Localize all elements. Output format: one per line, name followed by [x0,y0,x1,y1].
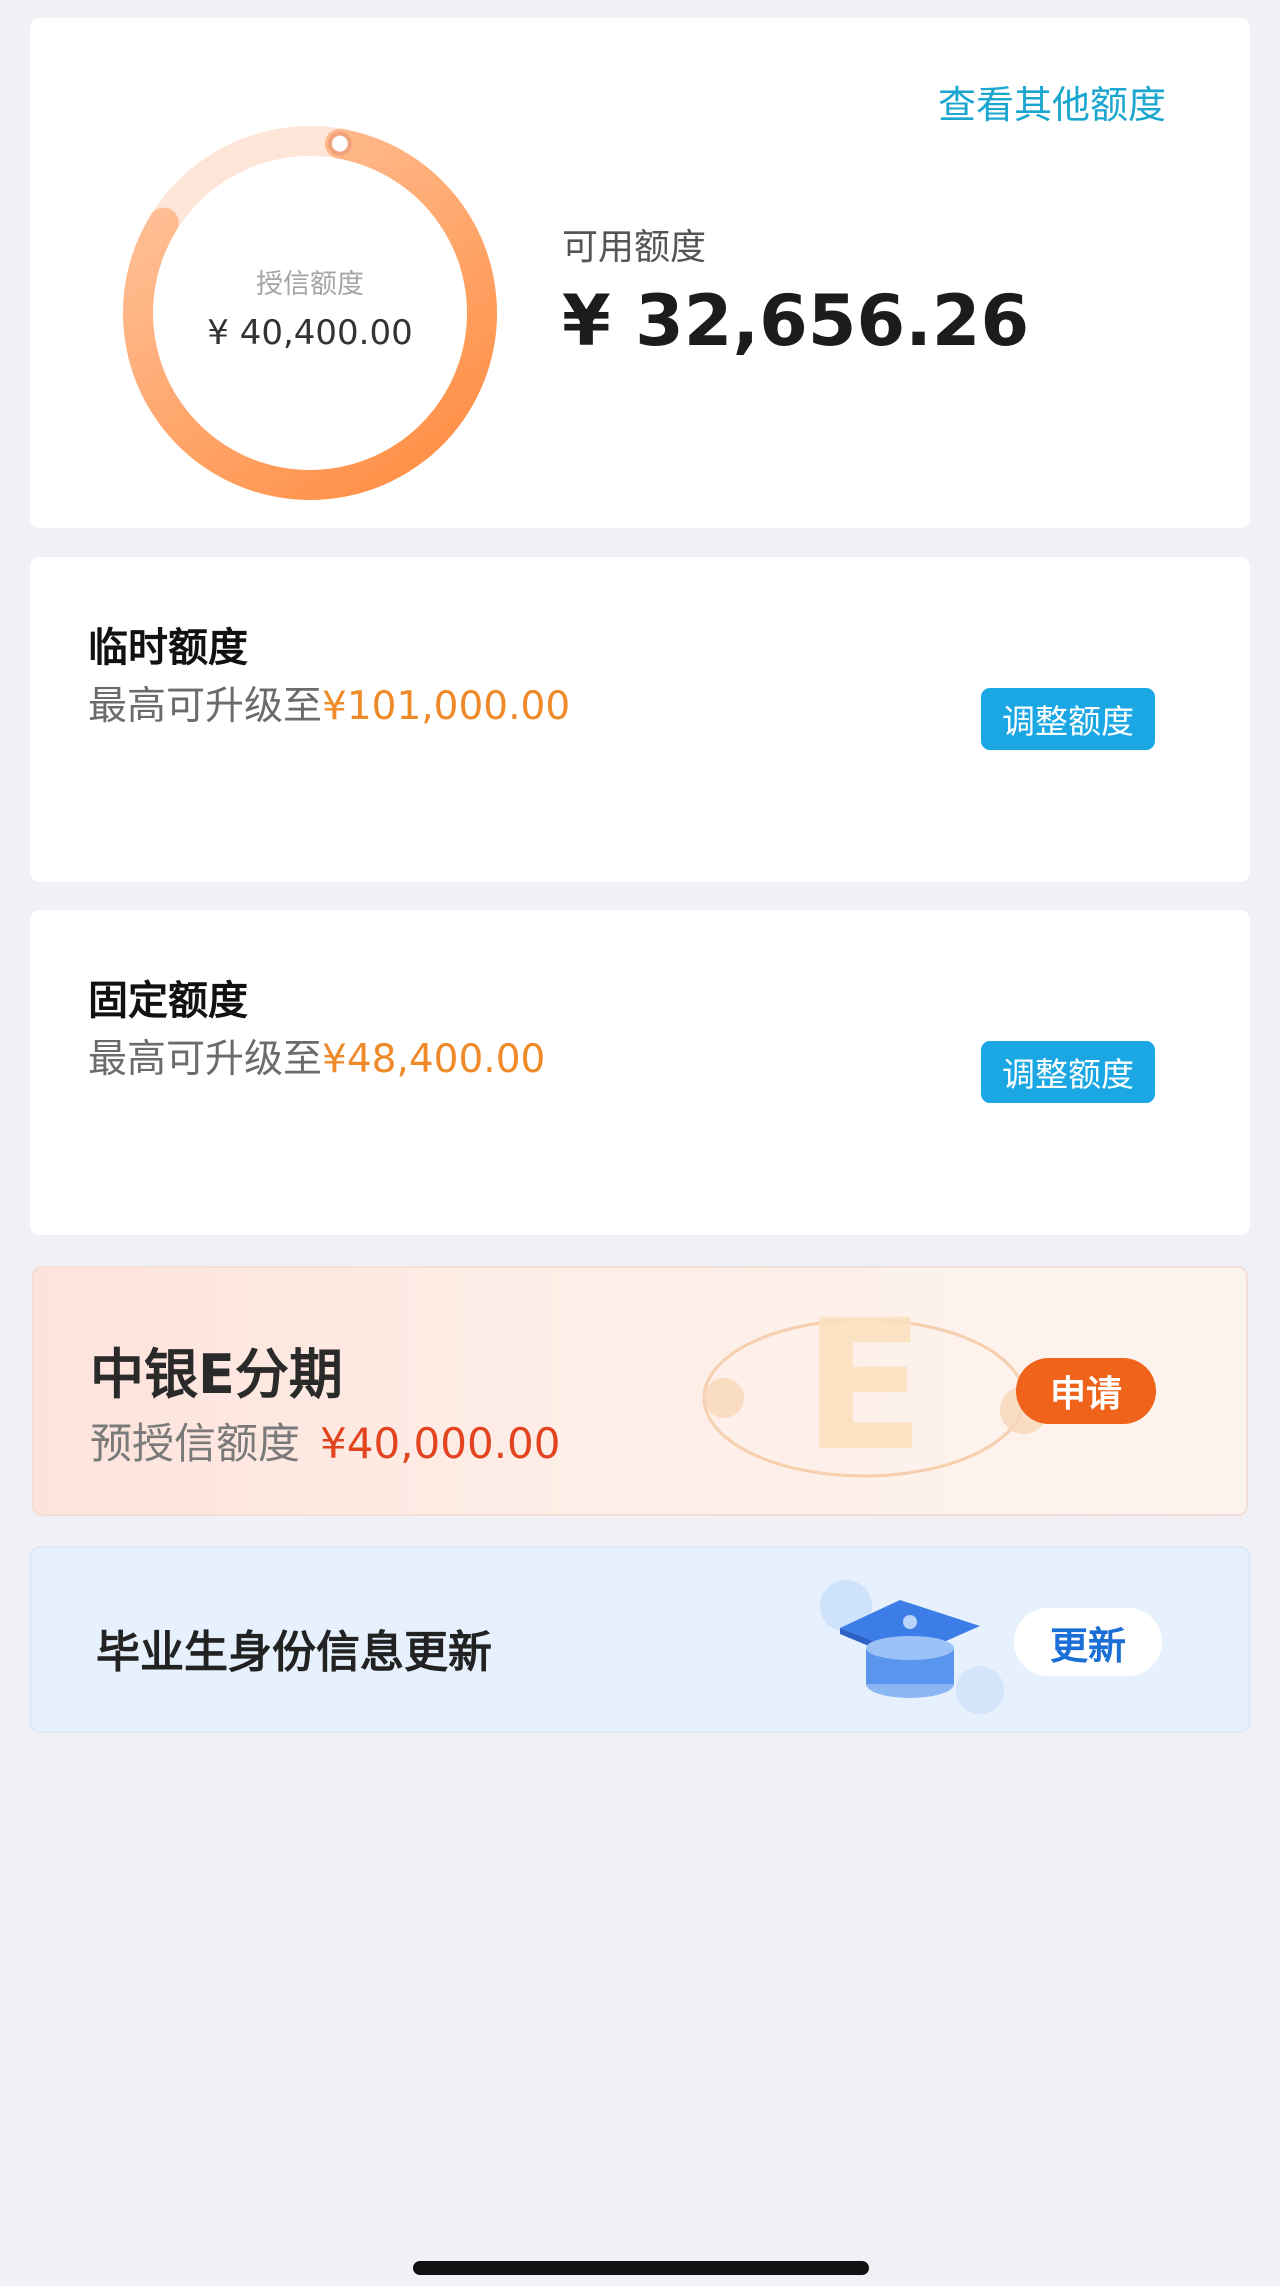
e-letter-decoration-icon: E [702,1288,1044,1491]
e-installment-card[interactable]: E 中银E分期 预授信额度 ¥40,000.00 申请 [32,1266,1248,1516]
apply-button[interactable]: 申请 [1016,1358,1156,1424]
e-installment-subtitle: 预授信额度 ¥40,000.00 [90,1410,561,1471]
credit-ring-chart: 授信额度 ¥ 40,400.00 [110,113,510,513]
adjust-temporary-limit-button[interactable]: 调整额度 [981,688,1155,750]
pre-credit-label: 预授信额度 [90,1419,301,1468]
fixed-limit-subtitle: 最高可升级至¥48,400.00 [88,1028,545,1084]
temporary-limit-card: 临时额度 最高可升级至¥101,000.00 调整额度 [30,557,1250,882]
graduation-cap-icon [820,1580,1004,1714]
adjust-fixed-limit-button[interactable]: 调整额度 [981,1041,1155,1103]
graduate-info-card[interactable]: 毕业生身份信息更新 更新 [30,1546,1250,1733]
credit-limit-value: ¥ 40,400.00 [207,312,413,353]
temporary-limit-sub-prefix: 最高可升级至 [88,684,323,729]
temporary-limit-max-amount: ¥101,000.00 [322,684,571,729]
available-limit-label: 可用额度 [562,227,707,268]
view-other-limits-link[interactable]: 查看其他额度 [938,74,1166,129]
ring-center-text: 授信额度 ¥ 40,400.00 [110,113,510,513]
graduate-info-title: 毕业生身份信息更新 [96,1627,492,1678]
fixed-limit-max-amount: ¥48,400.00 [322,1037,546,1082]
fixed-limit-sub-prefix: 最高可升级至 [88,1037,323,1082]
pre-credit-amount: ¥40,000.00 [320,1419,561,1468]
temporary-limit-title: 临时额度 [88,625,248,671]
temporary-limit-subtitle: 最高可升级至¥101,000.00 [88,675,570,731]
home-indicator-bar[interactable] [413,2261,869,2275]
available-limit-value: ¥ 32,656.26 [562,280,1030,362]
credit-summary-card: 查看其他额度 授信额度 ¥ 40,400.00 可用额度 ¥ 32,656.26 [30,18,1250,528]
credit-limit-label: 授信额度 [256,268,364,300]
fixed-limit-card: 固定额度 最高可升级至¥48,400.00 调整额度 [30,910,1250,1235]
update-button[interactable]: 更新 [1014,1608,1162,1676]
e-installment-title: 中银E分期 [90,1343,343,1406]
fixed-limit-title: 固定额度 [88,978,248,1024]
svg-text:E: E [803,1288,926,1491]
